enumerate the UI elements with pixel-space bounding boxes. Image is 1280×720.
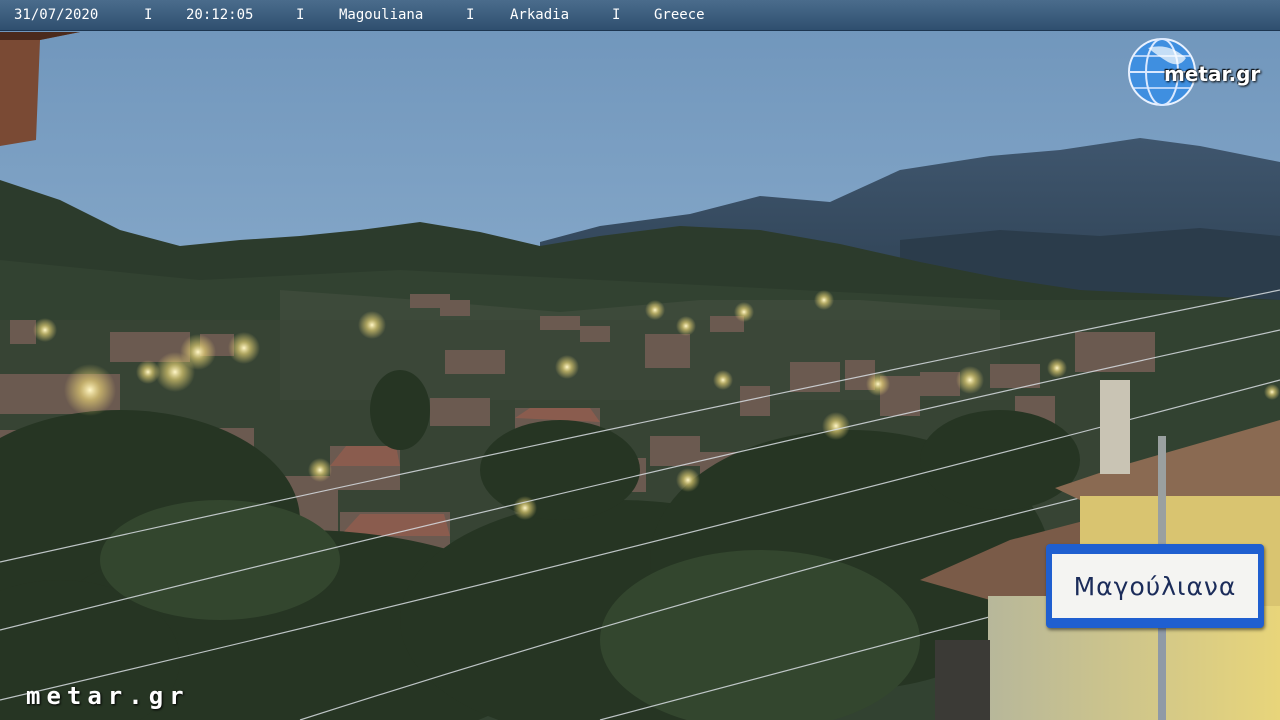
metar-logo: metar.gr	[1128, 38, 1273, 108]
separator: I	[612, 7, 621, 23]
sign-text: Μαγούλιανα	[1073, 571, 1237, 601]
info-bar: 31/07/2020 I 20:12:05 I Magouliana I Ark…	[0, 0, 1280, 31]
separator: I	[296, 7, 305, 23]
logo-text: metar.gr	[1164, 62, 1261, 86]
time-text: 20:12:05	[186, 7, 254, 23]
region-text: Arkadia	[510, 7, 570, 23]
separator: I	[466, 7, 475, 23]
sign-panel: Μαγούλιανα	[1052, 554, 1258, 618]
location-text: Magouliana	[339, 7, 424, 23]
separator: I	[144, 7, 153, 23]
country-text: Greece	[654, 7, 705, 23]
watermark-text: metar.gr	[26, 682, 190, 710]
date-text: 31/07/2020	[14, 7, 99, 23]
road-sign: Μαγούλιανα	[1046, 544, 1264, 628]
